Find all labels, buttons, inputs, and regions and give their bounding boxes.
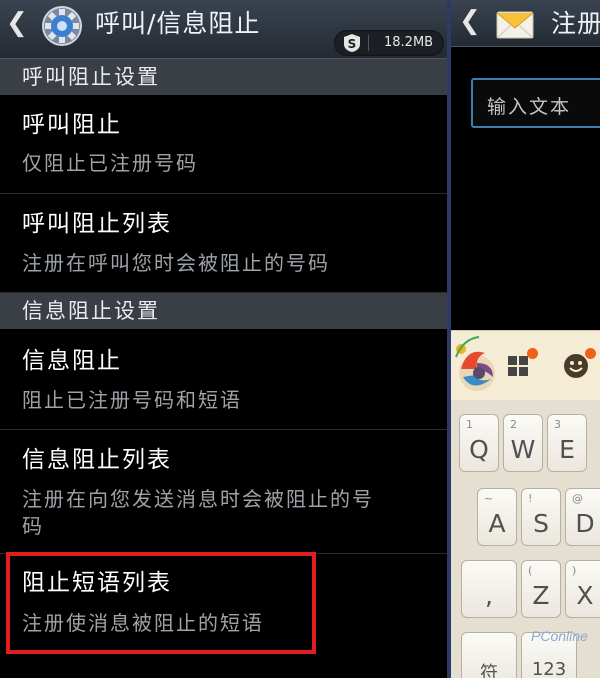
key-label: 符 xyxy=(480,663,498,678)
key-comma[interactable]: , xyxy=(461,560,517,618)
envelope-icon xyxy=(496,11,534,39)
back-icon[interactable]: ❮ xyxy=(459,6,481,36)
grid-icon[interactable] xyxy=(507,355,529,377)
key-label: 123 xyxy=(531,659,567,678)
screen-title: 注册 xyxy=(551,9,600,38)
key-label: D xyxy=(575,509,595,538)
key-sup: ( xyxy=(528,564,533,577)
key-sup: ! xyxy=(528,492,533,505)
key-sup: 1 xyxy=(466,418,473,431)
svg-text:S: S xyxy=(348,37,357,51)
key-e[interactable]: 3 E xyxy=(547,414,587,472)
list-item-message-block[interactable]: 信息阻止 阻止已注册号码和短语 xyxy=(0,329,447,430)
call-message-block-settings: ❮ 呼叫/信息阻止 S 18.2MB 呼叫阻止设置 呼叫阻止 仅阻止已注册号码 … xyxy=(0,0,447,678)
item-subtitle-line2: 码 xyxy=(22,514,44,538)
key-label: Z xyxy=(532,581,550,610)
screen-title: 呼叫/信息阻止 xyxy=(95,9,261,38)
keyboard-logo-icon[interactable] xyxy=(453,333,497,399)
key-label: X xyxy=(576,581,594,610)
register-phrase-screen: ❮ 注册 输入文本 1 Q 2 W 3 E ~ A ! S @ D , (Z … xyxy=(451,0,600,678)
key-label: A xyxy=(488,509,506,538)
key-sup: ~ xyxy=(484,492,494,505)
watermark: PConline xyxy=(531,628,588,644)
list-item-message-block-list[interactable]: 信息阻止列表 注册在向您发送消息时会被阻止的号 码 xyxy=(0,430,447,554)
key-a[interactable]: ~ A xyxy=(477,488,517,546)
key-label: , xyxy=(485,581,493,610)
key-label: W xyxy=(510,435,536,464)
item-title: 呼叫阻止 xyxy=(22,112,122,138)
key-symbols[interactable]: 符 xyxy=(461,632,517,678)
key-d[interactable]: @ D xyxy=(565,488,600,546)
emoji-icon[interactable] xyxy=(563,353,589,379)
item-subtitle: 注册在呼叫您时会被阻止的号码 xyxy=(22,251,330,275)
key-s[interactable]: ! S xyxy=(521,488,561,546)
key-x[interactable]: ) X xyxy=(565,560,600,618)
memory-value: 18.2MB xyxy=(384,35,434,50)
key-w[interactable]: 2 W xyxy=(503,414,543,472)
phrase-input[interactable]: 输入文本 xyxy=(471,78,600,128)
list-item-call-block[interactable]: 呼叫阻止 仅阻止已注册号码 xyxy=(0,95,447,194)
key-q[interactable]: 1 Q xyxy=(459,414,499,472)
item-subtitle-line1: 注册在向您发送消息时会被阻止的号 xyxy=(22,487,374,511)
action-bar: ❮ 注册 xyxy=(451,0,600,47)
item-title: 呼叫阻止列表 xyxy=(22,211,172,237)
key-sup: 3 xyxy=(554,418,561,431)
notification-dot xyxy=(585,348,596,359)
item-subtitle: 阻止已注册号码和短语 xyxy=(22,388,242,412)
list-item-call-block-list[interactable]: 呼叫阻止列表 注册在呼叫您时会被阻止的号码 xyxy=(0,194,447,293)
section-message-block-settings: 信息阻止设置 xyxy=(0,293,447,329)
key-label: Q xyxy=(469,435,489,464)
red-highlight-box xyxy=(6,552,316,654)
back-icon[interactable]: ❮ xyxy=(6,8,28,38)
settings-gear-icon xyxy=(42,6,82,46)
notification-dot xyxy=(527,348,538,359)
item-title: 信息阻止 xyxy=(22,348,122,374)
action-bar: ❮ 呼叫/信息阻止 S 18.2MB xyxy=(0,0,447,59)
keyboard-toolbar xyxy=(451,330,600,401)
item-subtitle: 仅阻止已注册号码 xyxy=(22,151,198,175)
key-label: S xyxy=(533,509,549,538)
clean-master-icon: S xyxy=(344,34,360,52)
separator xyxy=(368,35,369,51)
key-z[interactable]: ( Z xyxy=(521,560,561,618)
section-call-block-settings: 呼叫阻止设置 xyxy=(0,59,447,95)
item-title: 信息阻止列表 xyxy=(22,447,172,473)
memory-widget[interactable]: S 18.2MB xyxy=(334,30,444,56)
key-sup: @ xyxy=(572,492,583,505)
key-sup: 2 xyxy=(510,418,517,431)
key-label: E xyxy=(559,435,575,464)
key-sup: ) xyxy=(572,564,577,577)
